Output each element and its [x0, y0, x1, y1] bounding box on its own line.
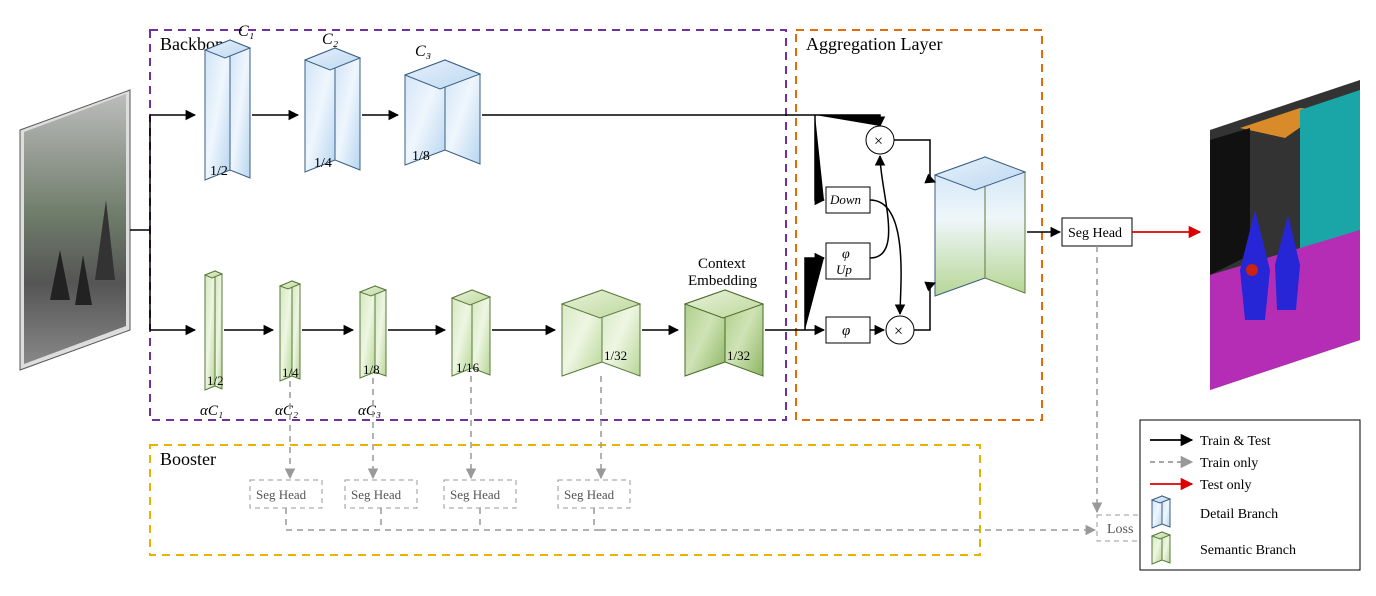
legend-semantic-branch: Semantic Branch — [1200, 543, 1296, 558]
seghead-aux-2-label: Seg Head — [351, 487, 402, 502]
context-embedding-label-line1: Context — [698, 256, 746, 272]
detail-c1-cube — [205, 40, 250, 180]
context-embedding-cube — [685, 290, 763, 376]
phi-up-phi: φ — [842, 247, 850, 262]
semantic-ac1: αC₁ — [200, 403, 223, 419]
semantic-s6-frac: 1/32 — [727, 348, 750, 363]
detail-c3-label: C₃ — [415, 43, 431, 60]
legend-semantic-swatch — [1152, 532, 1170, 564]
semantic-ac3: αC₃ — [358, 403, 381, 419]
legend-detail-swatch — [1152, 496, 1170, 528]
input-image — [20, 90, 130, 370]
seghead-aux-1-label: Seg Head — [256, 487, 307, 502]
aggregation-label: Aggregation Layer — [806, 34, 942, 54]
legend-train-only: Train only — [1200, 456, 1258, 471]
semantic-s3-frac: 1/8 — [363, 362, 380, 377]
detail-c2-frac: 1/4 — [314, 156, 332, 171]
semantic-ac2: αC₂ — [275, 403, 298, 419]
detail-c1-frac: 1/2 — [210, 164, 228, 179]
seghead-aux-4-label: Seg Head — [564, 487, 615, 502]
legend-detail-branch: Detail Branch — [1200, 507, 1278, 522]
svg-text:×: × — [894, 323, 903, 340]
seghead-aux-3-label: Seg Head — [450, 487, 501, 502]
semantic-s5-cube — [562, 290, 640, 376]
semantic-s2-frac: 1/4 — [282, 365, 299, 380]
legend-train-test: Train & Test — [1200, 434, 1271, 449]
detail-c2-cube — [305, 48, 360, 172]
down-label: Down — [829, 192, 861, 207]
phi-up-up: Up — [836, 262, 852, 277]
detail-c3-frac: 1/8 — [412, 149, 430, 164]
architecture-diagram: Backbone Aggregation Layer Booster C₁ 1/… — [0, 0, 1376, 596]
semantic-s5-frac: 1/32 — [604, 348, 627, 363]
seghead-main-label: Seg Head — [1068, 226, 1122, 241]
svg-text:×: × — [874, 133, 883, 150]
legend-test-only: Test only — [1200, 478, 1252, 493]
detail-c2-label: C₂ — [322, 31, 339, 48]
detail-c1-label: C₁ — [238, 23, 254, 40]
semantic-s1-frac: 1/2 — [207, 373, 224, 388]
semantic-s4-frac: 1/16 — [456, 360, 480, 375]
fused-cube — [935, 157, 1025, 296]
booster-label: Booster — [160, 449, 216, 469]
loss-label: Loss — [1107, 522, 1133, 537]
output-segmap — [1210, 80, 1360, 390]
context-embedding-label-line2: Embedding — [688, 273, 758, 289]
phi-label: φ — [842, 323, 850, 339]
